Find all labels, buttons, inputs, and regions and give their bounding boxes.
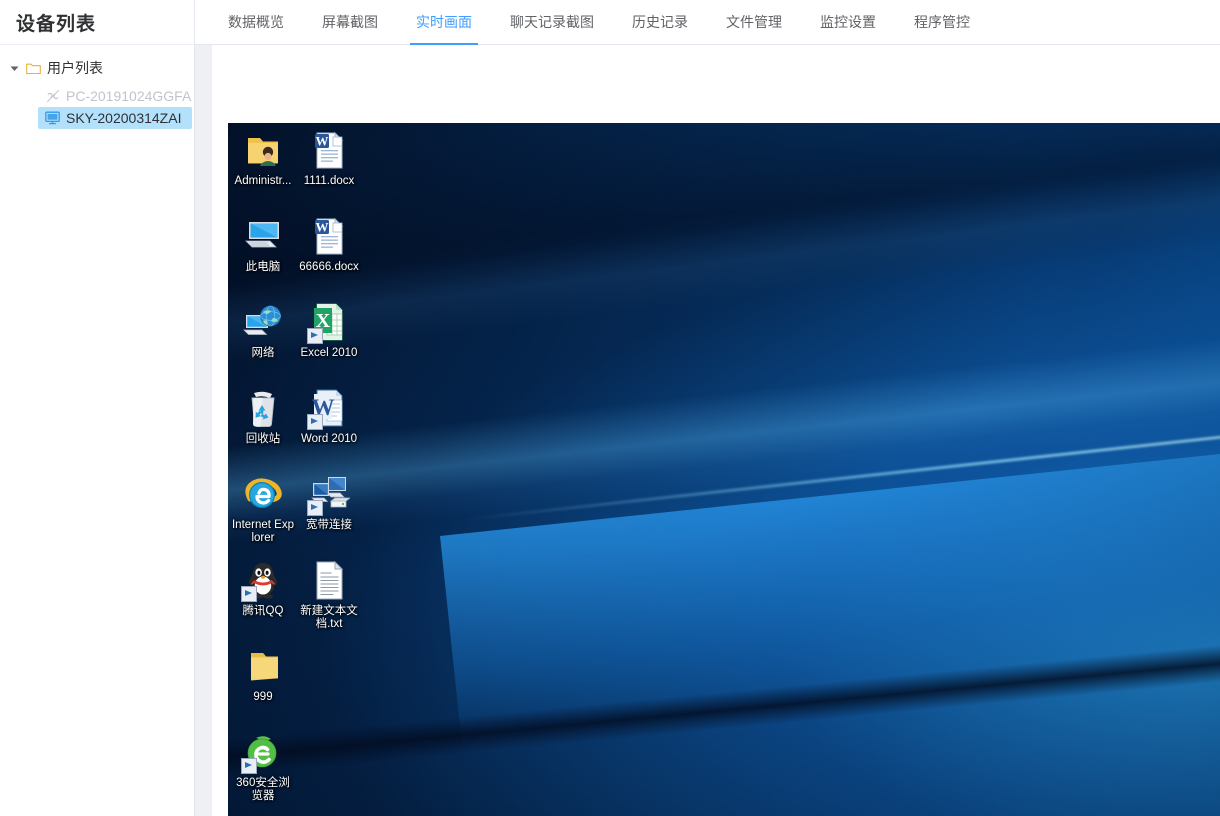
sidebar-header: 设备列表 bbox=[0, 0, 194, 45]
desktop-icon-label: 回收站 bbox=[245, 433, 281, 445]
svg-text:W: W bbox=[316, 220, 329, 235]
desktop-icon-word-2010[interactable]: W Word 2010 bbox=[296, 383, 362, 469]
desktop-icon-66666-docx[interactable]: W 66666.docx bbox=[296, 211, 362, 297]
network-icon bbox=[242, 301, 284, 343]
word-app-icon: W bbox=[307, 387, 350, 430]
qq-penguin-icon bbox=[241, 559, 284, 602]
desktop-icon-label: 新建文本文档.txt bbox=[300, 605, 358, 630]
desktop-icon-label: 此电脑 bbox=[245, 261, 281, 273]
tab-live-screen[interactable]: 实时画面 bbox=[397, 0, 491, 45]
desktop-icon-label: Internet Explorer bbox=[231, 519, 294, 544]
desktop-icon-label: Administr... bbox=[234, 175, 292, 187]
shortcut-overlay-icon bbox=[307, 500, 323, 516]
shortcut-overlay-icon bbox=[241, 586, 257, 602]
desktop-icon-label: Word 2010 bbox=[300, 433, 358, 445]
tab-screenshots[interactable]: 屏幕截图 bbox=[303, 0, 397, 44]
monitor-icon bbox=[44, 111, 61, 125]
desktop-icon-label: 66666.docx bbox=[299, 261, 359, 273]
tree-node-sky-selected[interactable]: SKY-20200314ZAI bbox=[38, 107, 192, 129]
desktop-icon-999-folder[interactable]: 999 bbox=[230, 641, 296, 727]
page-title: 设备列表 bbox=[16, 13, 97, 35]
desktop-icon-1111-docx[interactable]: W 1111.docx bbox=[296, 125, 362, 211]
desktop-icon-new-text-document[interactable]: 新建文本文档.txt bbox=[296, 555, 362, 641]
desktop-icon-label: 网络 bbox=[251, 347, 275, 359]
content-panel-wrap: Administr... W 1111.docx 此电脑 W 66666.doc… bbox=[195, 45, 1220, 816]
tree-node-label: SKY-20200314ZAI bbox=[66, 110, 182, 126]
tree-node-pc-offline[interactable]: PC-20191024GGFA bbox=[38, 85, 192, 107]
main-area: 数据概览 屏幕截图 实时画面 聊天记录截图 历史记录 文件管理 监控设置 程序管… bbox=[195, 0, 1220, 816]
desktop-icon-label: 腾讯QQ bbox=[242, 605, 284, 617]
browser-360-icon bbox=[241, 731, 284, 774]
broken-link-icon bbox=[44, 89, 61, 103]
device-tree: 用户列表 PC-20191024GGFA SKY-20200314ZAI bbox=[0, 45, 194, 129]
tab-chat-screenshots[interactable]: 聊天记录截图 bbox=[491, 0, 613, 44]
excel-icon: X bbox=[307, 301, 350, 344]
tab-monitor-settings[interactable]: 监控设置 bbox=[801, 0, 895, 44]
app-root: 设备列表 用户列表 PC-20191024GGFA SKY-20200314ZA… bbox=[0, 0, 1220, 816]
desktop-icon-label: 999 bbox=[253, 691, 273, 703]
desktop-icon-360-browser[interactable]: 360安全浏览器 bbox=[230, 727, 296, 813]
recycle-bin-icon bbox=[242, 387, 284, 429]
shortcut-overlay-icon bbox=[241, 758, 257, 774]
desktop-icon-label: 宽带连接 bbox=[306, 519, 352, 531]
shortcut-overlay-icon bbox=[307, 414, 323, 430]
desktop-icon-internet-explorer[interactable]: Internet Explorer bbox=[230, 469, 296, 555]
tab-file-management[interactable]: 文件管理 bbox=[707, 0, 801, 44]
svg-text:W: W bbox=[316, 134, 329, 149]
desktop-icon-label: 1111.docx bbox=[303, 175, 355, 187]
desktop-icon-grid: Administr... W 1111.docx 此电脑 W 66666.doc… bbox=[230, 125, 362, 813]
desktop-icon-administrator[interactable]: Administr... bbox=[230, 125, 296, 211]
desktop-icon-this-pc[interactable]: 此电脑 bbox=[230, 211, 296, 297]
tab-data-overview[interactable]: 数据概览 bbox=[209, 0, 303, 44]
word-document-icon: W bbox=[308, 129, 350, 171]
this-pc-icon bbox=[242, 215, 284, 257]
desktop-icon-label: 360安全浏览器 bbox=[236, 777, 290, 802]
desktop-icon-recycle-bin[interactable]: 回收站 bbox=[230, 383, 296, 469]
folder-icon bbox=[242, 645, 284, 687]
desktop-icon-label: Excel 2010 bbox=[300, 347, 358, 359]
desktop-icon-tencent-qq[interactable]: 腾讯QQ bbox=[230, 555, 296, 641]
desktop-icon-network[interactable]: 网络 bbox=[230, 297, 296, 383]
broadband-connection-icon bbox=[307, 473, 350, 516]
tree-node-label: PC-20191024GGFA bbox=[66, 88, 192, 104]
tab-bar: 数据概览 屏幕截图 实时画面 聊天记录截图 历史记录 文件管理 监控设置 程序管… bbox=[195, 0, 1220, 45]
content-panel: Administr... W 1111.docx 此电脑 W 66666.doc… bbox=[212, 45, 1220, 816]
desktop-icon-empty-slot bbox=[296, 641, 362, 727]
desktop-wallpaper bbox=[228, 123, 1220, 816]
word-document-icon: W bbox=[308, 215, 350, 257]
tree-root-user-list[interactable]: 用户列表 bbox=[0, 57, 194, 79]
remote-desktop-view[interactable]: Administr... W 1111.docx 此电脑 W 66666.doc… bbox=[228, 123, 1220, 816]
tree-children: PC-20191024GGFA SKY-20200314ZAI bbox=[0, 79, 194, 129]
desktop-icon-excel-2010[interactable]: X Excel 2010 bbox=[296, 297, 362, 383]
chevron-down-icon[interactable] bbox=[4, 57, 24, 79]
text-document-icon bbox=[308, 559, 350, 601]
sidebar: 设备列表 用户列表 PC-20191024GGFA SKY-20200314ZA… bbox=[0, 0, 195, 816]
empty-icon bbox=[308, 645, 350, 687]
folder-icon bbox=[24, 62, 42, 75]
shortcut-overlay-icon bbox=[307, 328, 323, 344]
tree-root-label: 用户列表 bbox=[47, 60, 103, 76]
tab-program-control[interactable]: 程序管控 bbox=[895, 0, 989, 44]
tab-history[interactable]: 历史记录 bbox=[613, 0, 707, 44]
user-folder-icon bbox=[242, 129, 284, 171]
internet-explorer-icon bbox=[242, 473, 284, 515]
desktop-icon-broadband-connection[interactable]: 宽带连接 bbox=[296, 469, 362, 555]
